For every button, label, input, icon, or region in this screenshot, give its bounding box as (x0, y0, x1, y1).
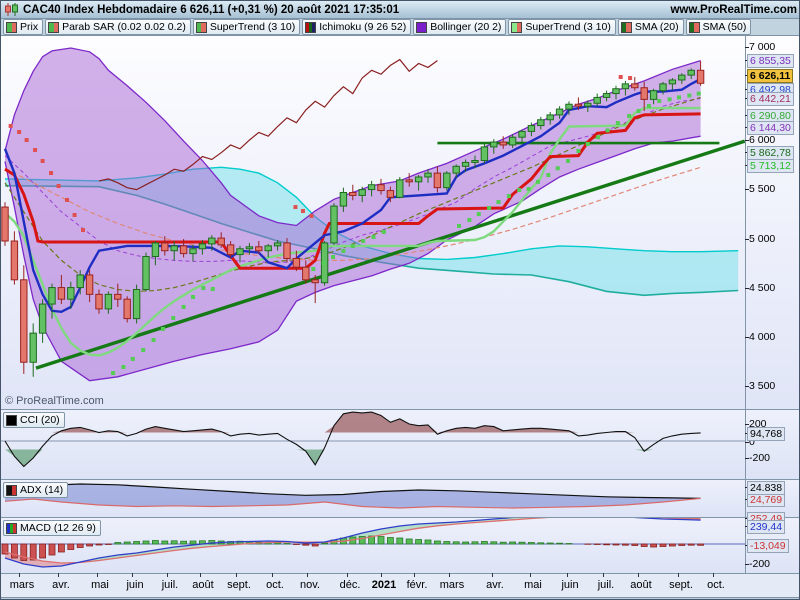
macd-panel (1, 516, 745, 568)
price-axis-line (745, 36, 746, 573)
prorealtime-window: CAC40 Index Hebdomadaire 6 626,11 (+0,31… (0, 0, 800, 600)
axis-separator (1, 573, 799, 574)
chart-canvas (1, 47, 745, 568)
macd-diff-fill (588, 516, 607, 517)
cci-oversold-fill (5, 449, 701, 467)
panel-separator[interactable] (1, 409, 799, 410)
main-chart (1, 47, 745, 382)
adx-panel (4, 483, 701, 509)
panel-separator[interactable] (1, 517, 799, 518)
cci-overbought-fill (5, 412, 701, 433)
cci-panel (1, 411, 745, 468)
watermark: © ProRealTime.com (5, 395, 104, 407)
panel-separator[interactable] (1, 479, 799, 480)
